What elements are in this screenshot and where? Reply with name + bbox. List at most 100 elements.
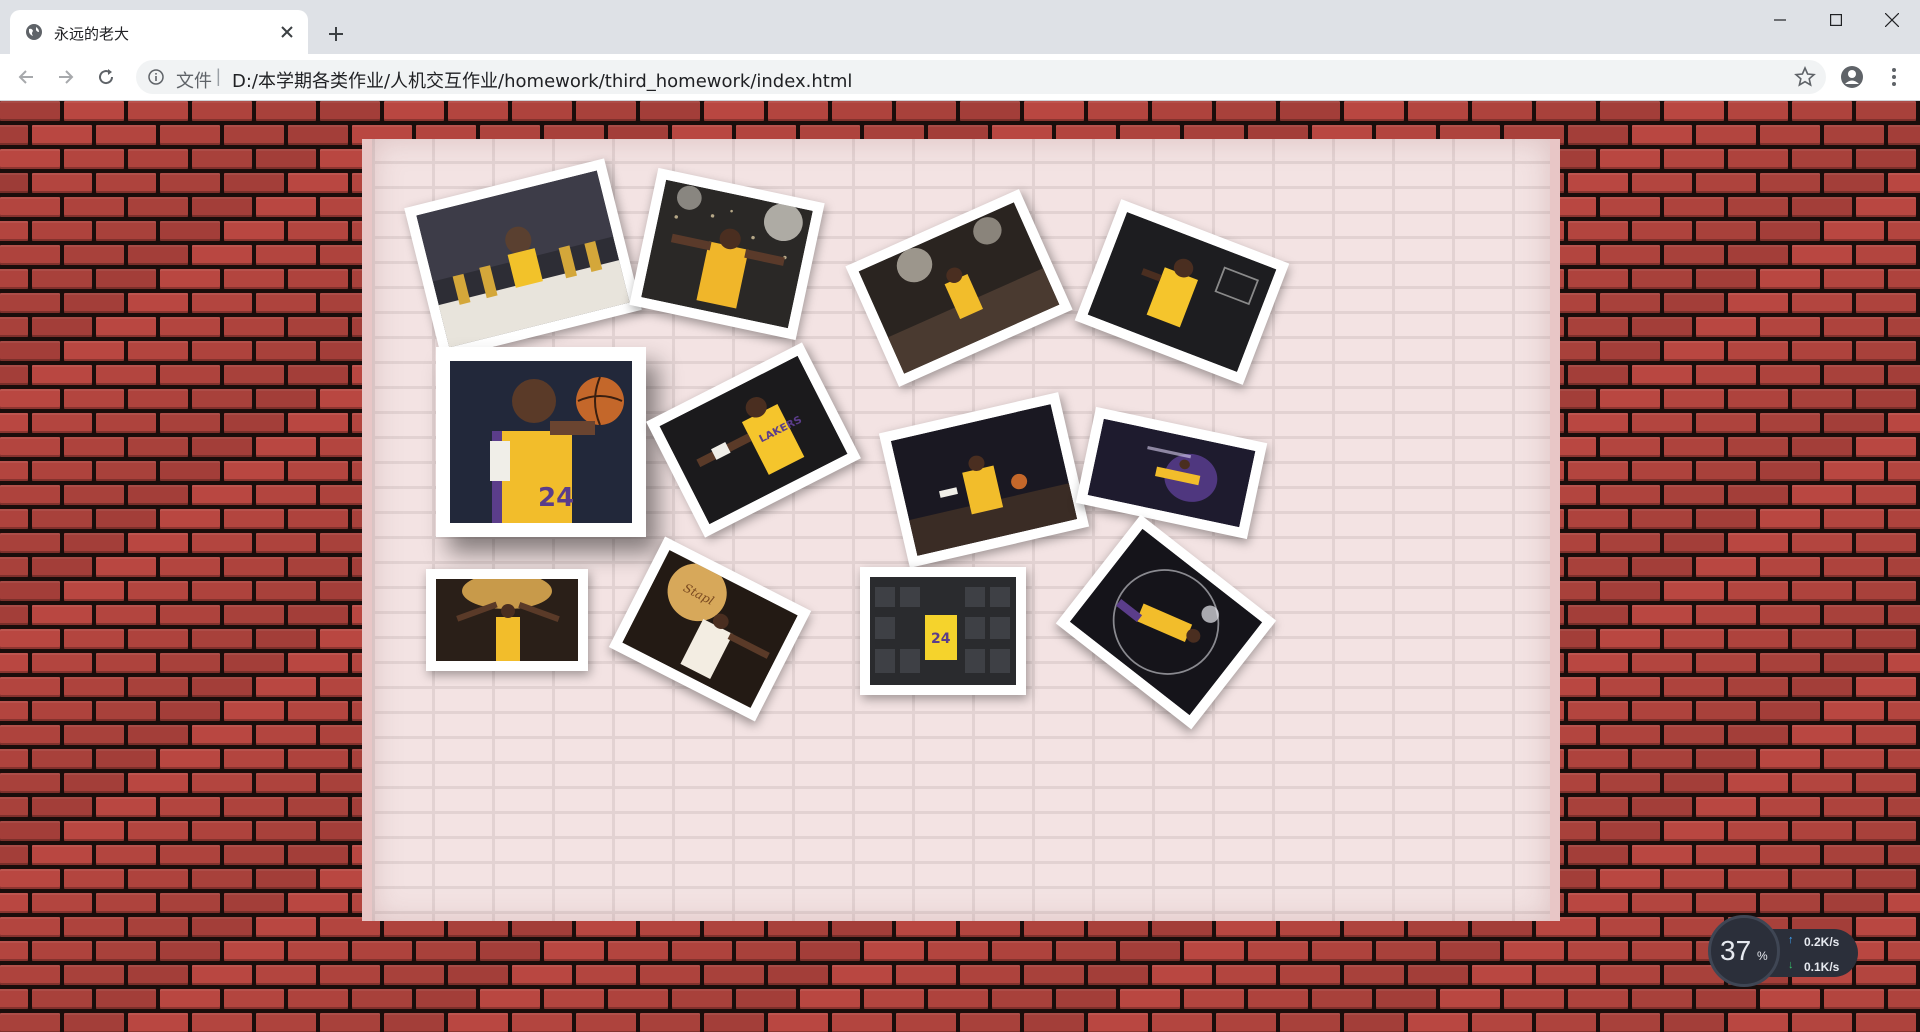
brick	[96, 653, 156, 673]
brick	[64, 629, 124, 649]
brick	[224, 605, 284, 625]
brick	[1888, 413, 1920, 433]
brick	[1728, 629, 1788, 649]
photo-dribble[interactable]	[878, 392, 1090, 568]
brick	[0, 269, 28, 289]
minimize-icon[interactable]	[1752, 0, 1808, 40]
brick	[384, 965, 444, 985]
brick	[32, 317, 92, 337]
brick	[768, 101, 828, 121]
profile-icon[interactable]	[1838, 63, 1866, 91]
reload-button[interactable]	[92, 63, 120, 91]
brick	[0, 293, 60, 313]
percent-sign: %	[1757, 949, 1768, 963]
brick	[1696, 701, 1756, 721]
brick	[1792, 149, 1852, 169]
brick	[1856, 485, 1916, 505]
maximize-icon[interactable]	[1808, 0, 1864, 40]
brick	[448, 101, 508, 121]
brick	[256, 101, 316, 121]
brick	[1696, 893, 1756, 913]
brick	[1760, 605, 1820, 625]
brick	[1568, 941, 1628, 961]
brick	[1856, 869, 1916, 889]
bookmark-star-icon[interactable]	[1794, 66, 1816, 88]
brick	[288, 269, 348, 289]
info-icon[interactable]	[148, 69, 164, 85]
photo-fisheye-layup[interactable]	[1055, 514, 1277, 730]
brick	[0, 1013, 60, 1032]
brick	[1440, 989, 1500, 1009]
brick	[736, 941, 796, 961]
brick	[1664, 1013, 1724, 1032]
brick	[1888, 653, 1920, 673]
photo-purple-tribute[interactable]	[1075, 406, 1268, 540]
photo-shooting-pose[interactable]: 24	[436, 347, 646, 537]
brick	[576, 101, 636, 121]
brick	[1632, 173, 1692, 193]
brick	[1792, 485, 1852, 505]
brick	[288, 557, 348, 577]
brick	[256, 581, 316, 601]
menu-kebab-icon[interactable]	[1880, 63, 1908, 91]
brick	[160, 605, 220, 625]
brick	[1856, 533, 1916, 553]
brick	[1728, 773, 1788, 793]
new-tab-button[interactable]	[322, 20, 350, 48]
brick	[928, 989, 988, 1009]
photo-staples-center[interactable]: Stapl	[608, 536, 812, 722]
forward-button[interactable]	[52, 63, 80, 91]
brick	[1856, 1013, 1916, 1032]
active-tab[interactable]: 永远的老大	[10, 10, 308, 54]
brick	[1760, 797, 1820, 817]
brick	[1728, 341, 1788, 361]
brick	[192, 725, 252, 745]
brick	[1568, 365, 1628, 385]
brick	[192, 917, 252, 937]
address-bar[interactable]: 文件 | D:/本学期各类作业/人机交互作业/homework/third_ho…	[136, 60, 1826, 94]
brick	[32, 893, 92, 913]
brick	[960, 965, 1020, 985]
network-speed-widget[interactable]: 37 % ↑ 0.2K/s ↓ 0.1K/s	[1708, 915, 1858, 989]
brick	[1600, 725, 1660, 745]
photo-confetti-back[interactable]	[629, 167, 825, 341]
brick	[192, 869, 252, 889]
brick	[1792, 821, 1852, 841]
brick	[1696, 989, 1756, 1009]
brick	[1056, 941, 1116, 961]
brick	[96, 125, 156, 145]
brick	[128, 437, 188, 457]
brick	[1568, 557, 1628, 577]
window-close-icon[interactable]	[1864, 0, 1920, 40]
photo-number-8-pose[interactable]	[1074, 199, 1290, 385]
brick	[1856, 773, 1916, 793]
brick	[0, 797, 28, 817]
brick	[192, 1013, 252, 1032]
brick	[128, 629, 188, 649]
brick	[0, 365, 28, 385]
photo-celebration-crouch[interactable]	[845, 189, 1073, 387]
close-icon[interactable]	[276, 21, 298, 43]
photo-arm-extended[interactable]: LAKERS	[646, 342, 861, 538]
photo-empty-seats[interactable]: 24	[860, 567, 1026, 695]
brick	[1792, 533, 1852, 553]
url-text[interactable]: D:/本学期各类作业/人机交互作业/homework/third_homewor…	[232, 67, 852, 93]
photo-trophies[interactable]	[404, 158, 642, 360]
brick	[160, 845, 220, 865]
brick	[192, 677, 252, 697]
brick	[352, 941, 412, 961]
brick	[1888, 221, 1920, 241]
brick	[1632, 605, 1692, 625]
brick	[64, 725, 124, 745]
brick	[192, 101, 252, 121]
brick	[1824, 989, 1884, 1009]
brick	[1728, 485, 1788, 505]
brick	[0, 725, 60, 745]
brick	[1696, 461, 1756, 481]
brick	[128, 965, 188, 985]
photo-arms-wide[interactable]	[426, 569, 588, 671]
brick	[1632, 989, 1692, 1009]
brick	[0, 485, 60, 505]
back-button[interactable]	[12, 63, 40, 91]
brick	[1664, 485, 1724, 505]
